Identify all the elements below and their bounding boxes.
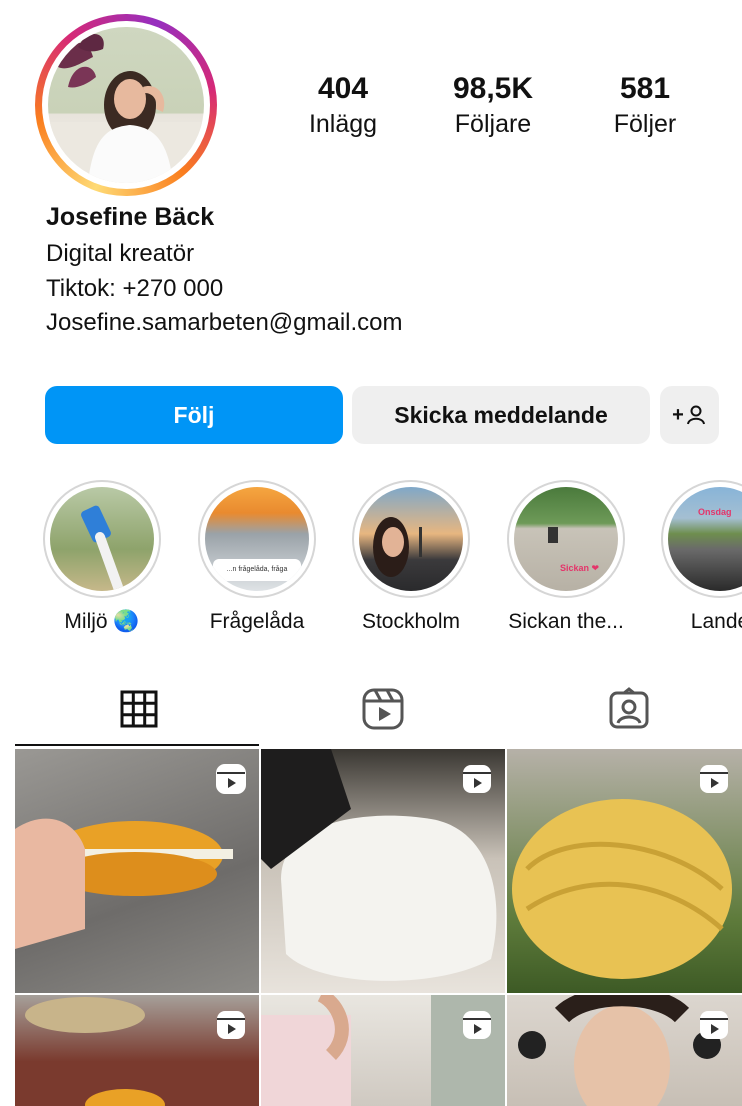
highlight-label: Frågelåda [209,610,305,633]
person-icon [686,405,705,425]
reel-badge-icon [463,1011,491,1039]
bio-tiktok: Tiktok: +270 000 [46,275,224,302]
highlight-label: Miljö 🌏 [64,610,140,633]
profile-name: Josefine Bäck [46,203,215,231]
highlight-cover [50,487,154,591]
highlight-ring: Sickan ❤ [507,480,625,598]
tab-grid[interactable] [15,672,262,746]
post-tile[interactable] [507,749,742,993]
portrait-icon [373,517,422,577]
grid-icon [120,690,157,728]
highlight-lande[interactable]: Onsdag Lande [659,480,742,634]
highlight-sickan[interactable]: Sickan ❤ Sickan the... [505,480,627,634]
stat-followers-label: Följare [454,110,532,138]
highlight-label: Lande [690,610,742,633]
highlight-ring [43,480,161,598]
add-user-button[interactable]: + [660,386,719,444]
highlight-stockholm[interactable]: Stockholm [350,480,472,634]
tab-tagged[interactable] [505,672,742,746]
highlight-label: Sickan the... [508,610,624,633]
reel-badge-icon [700,765,728,793]
post-tile[interactable] [507,995,742,1106]
follow-button[interactable]: Följ [45,386,343,444]
reel-badge-icon [463,765,491,793]
reel-badge-icon [216,764,246,794]
stat-posts-label: Inlägg [308,110,378,138]
highlight-cover: Onsdag [668,487,742,591]
tagged-icon [609,687,648,729]
avatar [48,27,204,183]
highlight-cover: ...n frågelåda, fråga [205,487,309,591]
highlight-fragelada[interactable]: ...n frågelåda, fråga Frågelåda [196,480,318,634]
reel-badge-icon [700,1011,728,1039]
highlight-ring: ...n frågelåda, fråga [198,480,316,598]
reel-badge-icon [217,1011,245,1039]
stat-posts-value: 404 [317,72,369,105]
horse-icon [548,527,558,543]
highlight-miljo[interactable]: Miljö 🌏 [41,480,163,634]
active-tab-indicator [15,744,259,746]
highlight-label: Stockholm [361,610,461,633]
add-user-plus: + [672,403,684,426]
highlight-cover: Sickan ❤ [514,487,618,591]
avatar-photo-icon [48,34,204,183]
post-tile[interactable] [15,995,259,1106]
stat-posts: 404 Inlägg [273,72,413,139]
bio-email[interactable]: Josefine.samarbeten@gmail.com [46,309,403,337]
avatar-inner [42,21,210,189]
brush-icon [81,505,123,591]
highlight-caption: ...n frågelåda, fråga [213,559,301,581]
stat-following-label: Följer [613,110,677,138]
stat-followers[interactable]: 98,5K Följare [423,72,563,139]
post-tile[interactable] [15,749,259,993]
highlight-cover [359,487,463,591]
bio-category: Digital kreatör [46,240,195,267]
message-button[interactable]: Skicka meddelande [352,386,650,444]
stat-followers-value: 98,5K [452,72,534,105]
reels-icon [362,688,403,730]
stat-following[interactable]: 581 Följer [575,72,715,139]
highlight-caption: Onsdag [698,507,732,517]
tab-reels[interactable] [259,672,506,746]
highlight-ring [352,480,470,598]
stat-following-value: 581 [619,72,671,105]
post-tile[interactable] [261,749,505,993]
highlight-ring: Onsdag [661,480,742,598]
post-tile[interactable] [261,995,505,1106]
profile-avatar-ring[interactable] [35,14,217,196]
